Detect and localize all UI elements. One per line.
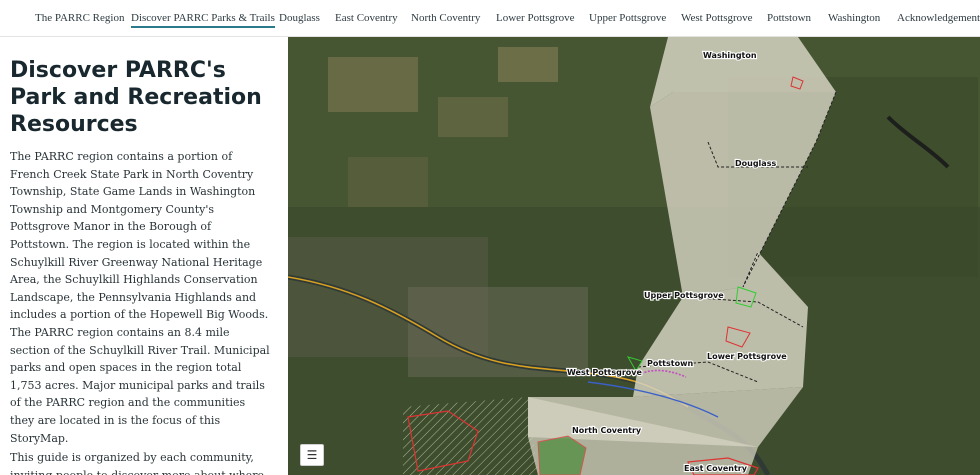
intro-paragraph: The PARRC region contains a portion of F… [10,150,270,445]
label-north-coventry: North Coventry [572,426,642,435]
nav-item-pottstown[interactable]: Pottstown [767,11,811,25]
label-douglass: Douglass [735,159,776,168]
label-pottstown: Pottstown [647,359,693,368]
imagery-field [328,57,418,112]
guide-paragraph: This guide is organized by each communit… [10,451,264,475]
satellite-map[interactable]: Washington Douglass Upper Pottsgrove Low… [288,37,980,475]
legend-toggle-button[interactable]: ☰ [300,444,324,466]
nav-item-discover-parks[interactable]: Discover PARRC Parks & Trails [131,11,275,28]
label-west-pottsgrove: West Pottsgrove [567,368,642,377]
page-title: Discover PARRC's Park and Recreation Res… [10,58,262,137]
nav-item-east-coventry[interactable]: East Coventry [335,11,398,25]
narrative-panel[interactable]: Discover PARRC's Park and Recreation Res… [0,37,288,475]
top-navigation: The PARRC Region Discover PARRC Parks & … [0,0,980,37]
nav-item-upper-pottsgrove[interactable]: Upper Pottsgrove [589,11,666,25]
label-lower-pottsgrove: Lower Pottsgrove [707,352,787,361]
label-east-coventry: East Coventry [684,464,748,473]
nav-item-parrc-region[interactable]: The PARRC Region [35,11,124,25]
nav-item-acknowledgement[interactable]: Acknowledgement [897,11,980,25]
label-upper-pottsgrove: Upper Pottsgrove [644,291,724,300]
imagery-field [498,47,558,82]
nav-item-lower-pottsgrove[interactable]: Lower Pottsgrove [496,11,575,25]
nav-item-north-coventry[interactable]: North Coventry [411,11,480,25]
nav-item-douglass[interactable]: Douglass [279,11,320,25]
list-icon: ☰ [306,448,318,462]
state-park-hatch [403,397,538,475]
imagery-field [438,97,508,137]
map-canvas[interactable]: Washington Douglass Upper Pottsgrove Low… [288,37,980,475]
imagery-field [348,157,428,207]
nav-item-washington[interactable]: Washington [828,11,880,25]
label-washington: Washington [703,51,757,60]
nav-item-west-pottsgrove[interactable]: West Pottsgrove [681,11,753,25]
